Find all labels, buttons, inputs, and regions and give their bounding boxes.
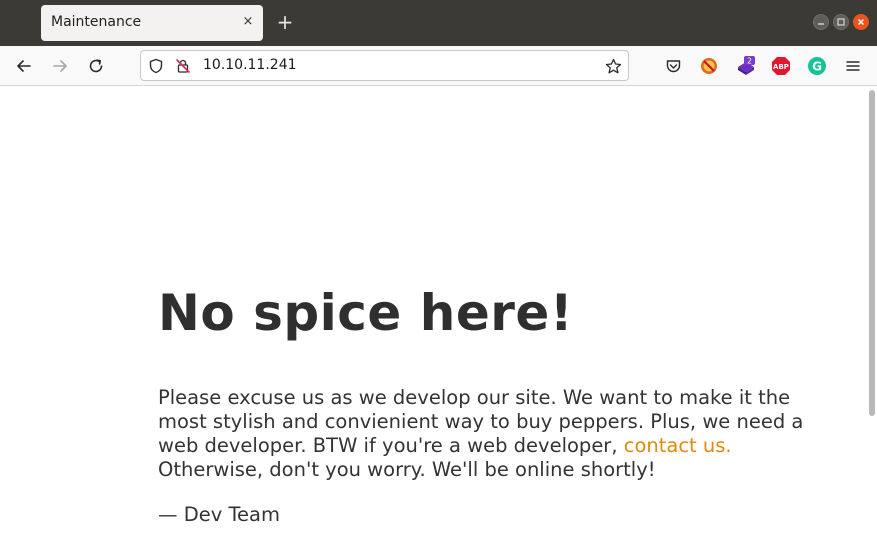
maximize-icon [837,18,845,26]
minimize-button[interactable] [813,14,829,30]
arrow-left-icon [17,60,31,72]
vertical-scrollbar[interactable] [869,90,875,416]
active-tab[interactable]: Maintenance × [41,5,263,41]
reload-icon [89,59,103,73]
contact-us-link[interactable]: contact us. [624,434,732,457]
close-window-button[interactable] [853,14,869,30]
tab-title: Maintenance [51,14,142,30]
new-tab-button[interactable]: + [274,11,296,33]
adblock-label: ABP [773,63,789,71]
tab-close-icon[interactable]: × [239,13,257,31]
back-button[interactable] [10,52,38,80]
tab-strip: Maintenance × + [0,0,877,46]
address-bar[interactable]: 10.10.11.241 [140,50,629,81]
maximize-button[interactable] [833,14,849,30]
hamburger-menu-icon[interactable] [843,56,863,76]
forward-button[interactable] [46,52,74,80]
window-controls [813,14,869,30]
insecure-lock-icon[interactable] [174,57,192,75]
pocket-icon[interactable] [663,56,683,76]
reload-button[interactable] [82,52,110,80]
maintenance-message: Please excuse us as we develop our site.… [158,386,818,482]
shield-icon[interactable] [147,57,165,75]
page-heading: No spice here! [158,284,574,342]
minimize-icon [818,23,824,25]
navigation-toolbar: 10.10.11.241 2 ABP G [0,46,877,86]
adblock-plus-icon[interactable]: ABP [771,56,791,76]
arrow-right-icon [53,60,67,72]
url-text: 10.10.11.241 [203,57,297,73]
message-text-end: Otherwise, don't you worry. We'll be onl… [158,458,656,481]
grammarly-label: G [812,60,822,74]
signature: — Dev Team [158,503,280,526]
close-icon [858,19,864,25]
grammarly-icon[interactable]: G [807,56,827,76]
bookmark-star-icon[interactable] [604,57,622,75]
extension-badge-count: 2 [747,57,752,66]
extension-with-badge-icon[interactable]: 2 [736,56,756,76]
page-content: No spice here! Please excuse us as we de… [0,86,877,549]
cookie-blocker-extension-icon[interactable] [699,56,719,76]
